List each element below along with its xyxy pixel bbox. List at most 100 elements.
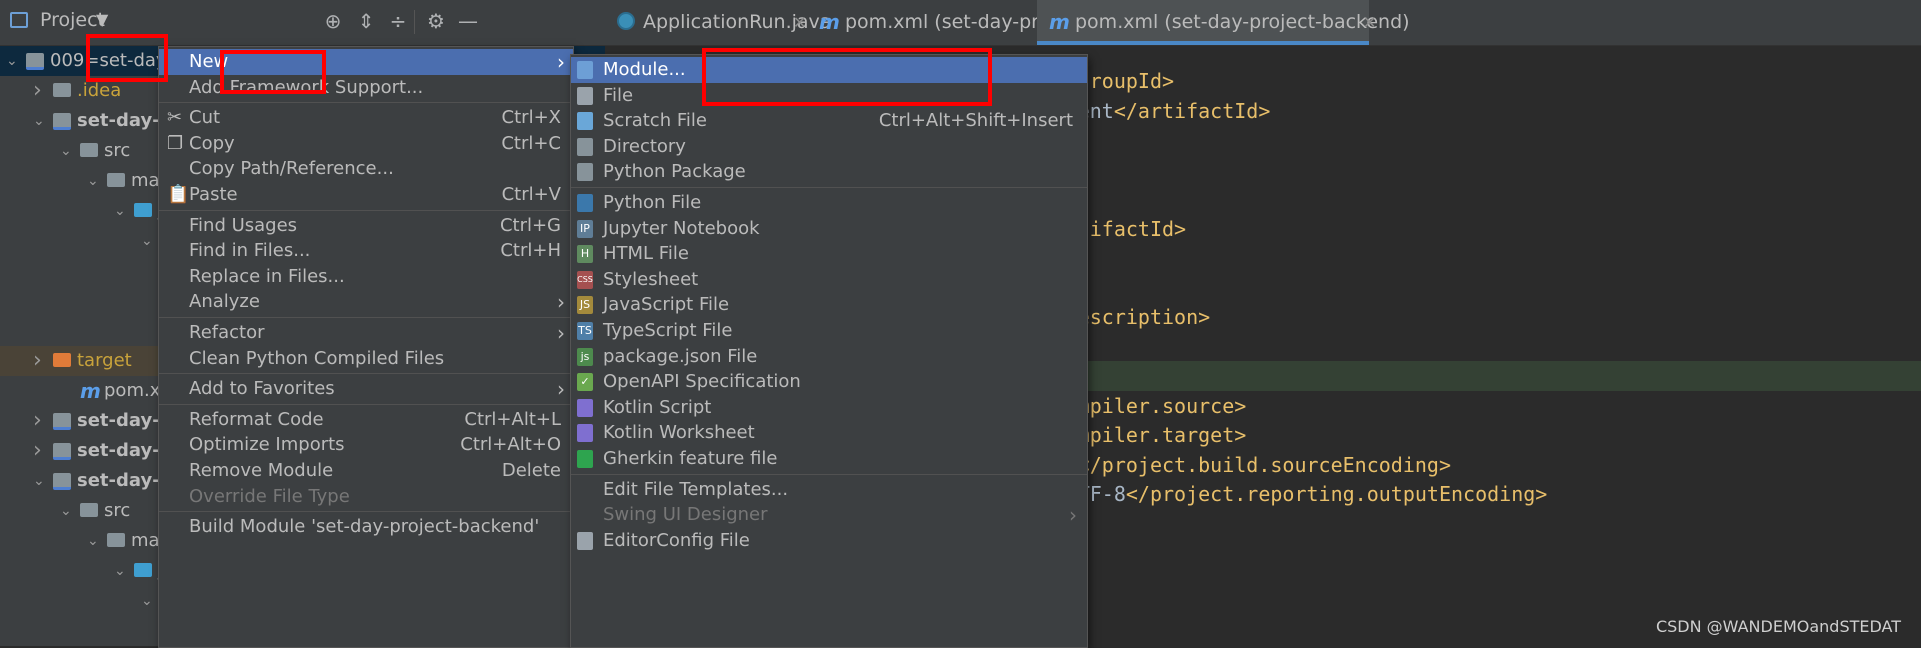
- submenu-item-edit-file-templates[interactable]: Edit File Templates...: [571, 477, 1087, 503]
- chevron-down-icon[interactable]: ⌄: [114, 556, 128, 586]
- tree-node-label: target: [77, 350, 132, 371]
- menu-item-refactor[interactable]: Refactor ›: [159, 320, 573, 346]
- submenu-item-label: TypeScript File: [603, 320, 733, 341]
- locate-icon[interactable]: ⊕: [322, 10, 344, 32]
- tree-node-label: src: [104, 140, 131, 161]
- menu-item-copy[interactable]: ❐ Copy Ctrl+C: [159, 131, 573, 157]
- folder-blue-icon: [134, 203, 152, 217]
- menu-item-find-usages[interactable]: Find Usages Ctrl+G: [159, 213, 573, 239]
- menu-separator: [571, 473, 1087, 475]
- code-token: </artifactId>: [1113, 98, 1271, 123]
- watermark: CSDN @WANDEMOandSTEDAT: [1655, 617, 1901, 636]
- close-icon[interactable]: ✕: [1363, 0, 1376, 45]
- menu-item-shortcut: Ctrl+X: [501, 107, 561, 129]
- folder-icon: [53, 83, 71, 97]
- chevron-right-icon[interactable]: ›: [33, 76, 47, 106]
- chevron-down-icon[interactable]: ⌄: [87, 166, 101, 196]
- chevron-right-icon[interactable]: ›: [33, 406, 47, 436]
- submenu-item-kotlin-worksheet[interactable]: Kotlin Worksheet: [571, 420, 1087, 446]
- css-icon: CSS: [577, 270, 593, 289]
- submenu-item-package-json-file[interactable]: js package.json File: [571, 344, 1087, 370]
- submenu-item-directory[interactable]: Directory: [571, 134, 1087, 160]
- submenu-item-editorconfig-file[interactable]: EditorConfig File: [571, 528, 1087, 554]
- menu-item-shortcut: Ctrl+V: [501, 184, 561, 205]
- menu-item-label: Copy: [189, 132, 235, 154]
- menu-item-reformat-code[interactable]: Reformat Code Ctrl+Alt+L: [159, 407, 573, 433]
- menu-item-label: Replace in Files...: [189, 265, 345, 287]
- menu-item-remove-module[interactable]: Remove Module Delete: [159, 458, 573, 484]
- menu-item-label: Refactor: [189, 322, 265, 343]
- chevron-right-icon[interactable]: ›: [33, 436, 47, 466]
- submenu-item-scratch-file[interactable]: Scratch File Ctrl+Alt+Shift+Insert: [571, 108, 1087, 134]
- tab-pom-backend[interactable]: m pom.xml (set-day-project-backend) ✕: [1037, 0, 1410, 45]
- menu-item-label: Remove Module: [189, 460, 334, 481]
- copy-icon: ❐: [167, 132, 184, 154]
- menu-item-build-module-set-day-project-backend[interactable]: Build Module 'set-day-project-backend': [159, 514, 573, 540]
- nodejs-icon: js: [577, 347, 593, 366]
- submenu-item-label: Module...: [603, 59, 686, 80]
- menu-item-label: Build Module 'set-day-project-backend': [189, 516, 540, 538]
- menu-item-clean-python-compiled-files[interactable]: Clean Python Compiled Files: [159, 346, 573, 372]
- chevron-right-icon[interactable]: ›: [33, 346, 47, 376]
- menu-separator: [159, 102, 573, 104]
- chevron-down-icon[interactable]: ⌄: [141, 226, 155, 256]
- menu-separator: [159, 317, 573, 318]
- submenu-item-shortcut: Ctrl+Alt+Shift+Insert: [878, 110, 1073, 132]
- chevron-down-icon[interactable]: ⌄: [60, 136, 74, 166]
- submenu-item-javascript-file[interactable]: JS JavaScript File: [571, 292, 1087, 318]
- chevron-down-icon[interactable]: ⌄: [6, 46, 20, 76]
- menu-item-paste[interactable]: 📋 Paste Ctrl+V: [159, 182, 573, 208]
- menu-separator: [571, 187, 1087, 188]
- submenu-item-jupyter-notebook[interactable]: IP Jupyter Notebook: [571, 216, 1087, 242]
- chevron-down-icon[interactable]: ▼: [96, 10, 108, 29]
- chevron-down-icon[interactable]: ⌄: [33, 106, 47, 136]
- collapse-all-icon[interactable]: ÷: [387, 10, 409, 32]
- submenu-item-typescript-file[interactable]: TS TypeScript File: [571, 318, 1087, 344]
- submenu-item-label: JavaScript File: [603, 294, 730, 316]
- submenu-item-label: Gherkin feature file: [603, 448, 778, 469]
- submenu-item-label: package.json File: [603, 345, 758, 367]
- menu-item-label: Copy Path/Reference...: [189, 158, 394, 180]
- chevron-down-icon[interactable]: ⌄: [87, 526, 101, 556]
- tab-application-run[interactable]: ApplicationRun.java ✕: [617, 0, 831, 45]
- menu-item-shortcut: Ctrl+H: [500, 240, 561, 262]
- menu-item-shortcut: Ctrl+Alt+O: [460, 434, 561, 456]
- gear-icon[interactable]: ⚙: [425, 10, 447, 32]
- menu-item-shortcut: Delete: [501, 460, 561, 481]
- menu-item-analyze[interactable]: Analyze ›: [159, 289, 573, 315]
- submenu-item-label: Jupyter Notebook: [603, 217, 760, 239]
- menu-item-cut[interactable]: ✂ Cut Ctrl+X: [159, 105, 573, 131]
- menu-item-optimize-imports[interactable]: Optimize Imports Ctrl+Alt+O: [159, 432, 573, 458]
- submenu-item-gherkin-feature-file[interactable]: Gherkin feature file: [571, 446, 1087, 472]
- folder-module-icon: [53, 113, 71, 130]
- ts-icon: TS: [577, 322, 593, 340]
- submenu-item-stylesheet[interactable]: CSS Stylesheet: [571, 267, 1087, 293]
- scissors-icon: ✂: [167, 107, 183, 129]
- openapi-icon: ✓: [577, 373, 593, 392]
- close-icon[interactable]: ✕: [793, 0, 806, 45]
- submenu-item-openapi-specification[interactable]: ✓ OpenAPI Specification: [571, 369, 1087, 395]
- chevron-down-icon[interactable]: ⌄: [141, 586, 155, 616]
- submenu-item-python-file[interactable]: Python File: [571, 190, 1087, 216]
- project-view-icon: [10, 12, 28, 28]
- file-icon: [577, 86, 593, 105]
- menu-item-shortcut: Ctrl+G: [499, 214, 561, 236]
- chevron-right-icon: ›: [557, 377, 565, 402]
- chevron-down-icon[interactable]: ⌄: [60, 496, 74, 526]
- menu-item-replace-in-files[interactable]: Replace in Files...: [159, 264, 573, 290]
- menu-item-label: Reformat Code: [189, 408, 324, 430]
- chevron-down-icon[interactable]: ⌄: [33, 466, 47, 496]
- submenu-item-kotlin-script[interactable]: Kotlin Script: [571, 395, 1087, 421]
- menu-item-find-in-files[interactable]: Find in Files... Ctrl+H: [159, 238, 573, 264]
- submenu-item-python-package[interactable]: Python Package: [571, 159, 1087, 185]
- chevron-down-icon[interactable]: ⌄: [114, 196, 128, 226]
- hide-panel-icon[interactable]: —: [457, 10, 479, 32]
- submenu-item-label: Edit File Templates...: [603, 478, 789, 500]
- menu-item-shortcut: Ctrl+Alt+L: [464, 408, 561, 430]
- menu-item-copy-path-reference[interactable]: Copy Path/Reference...: [159, 156, 573, 182]
- expand-all-icon[interactable]: ⇕: [355, 10, 377, 32]
- submenu-item-html-file[interactable]: H HTML File: [571, 241, 1087, 267]
- menu-item-add-to-favorites[interactable]: Add to Favorites ›: [159, 376, 573, 402]
- menu-item-label: Optimize Imports: [189, 434, 345, 456]
- submenu-item-label: File: [603, 84, 634, 106]
